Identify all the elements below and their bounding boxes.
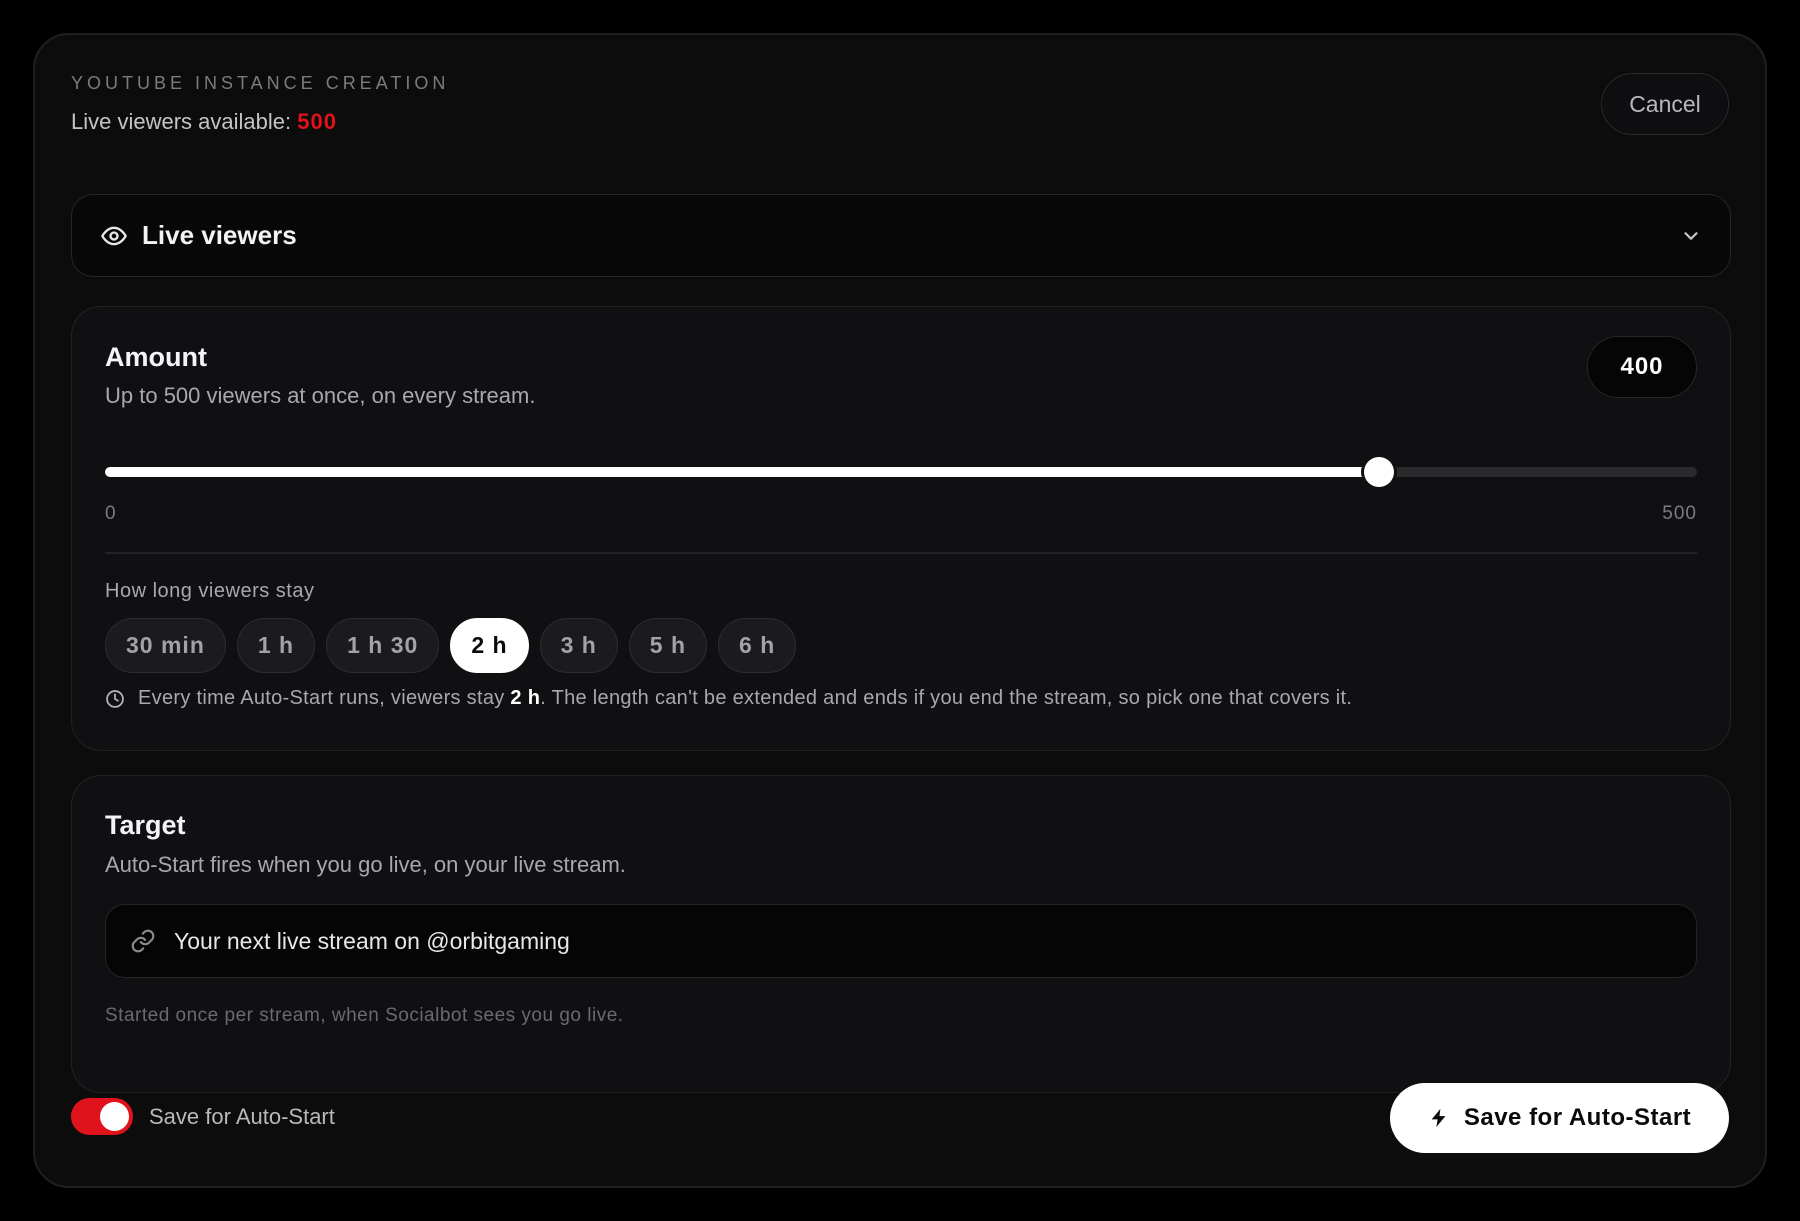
clock-icon (105, 689, 125, 709)
dialog-header: YOUTUBE INSTANCE CREATION Live viewers a… (71, 73, 1729, 173)
auto-start-toggle-row: Save for Auto-Start (71, 1098, 335, 1135)
amount-subtitle: Up to 500 viewers at once, on every stre… (105, 383, 536, 408)
save-auto-start-button[interactable]: Save for Auto-Start (1390, 1083, 1729, 1153)
link-icon (130, 928, 156, 954)
target-subtitle: Auto-Start fires when you go live, on yo… (105, 852, 626, 877)
slider-min-label: 0 (105, 503, 117, 524)
duration-chip-5h[interactable]: 5 h (628, 618, 708, 673)
dialog-eyebrow: YOUTUBE INSTANCE CREATION (71, 73, 450, 93)
amount-slider-thumb[interactable] (1363, 457, 1394, 487)
target-stream-field[interactable]: Your next live stream on @orbitgaming (105, 904, 1697, 978)
chevron-down-icon (1680, 225, 1702, 247)
cancel-button[interactable]: Cancel (1601, 73, 1729, 135)
target-stream-value: Your next live stream on @orbitgaming (174, 927, 570, 954)
service-select-value: Live viewers (142, 220, 297, 250)
available-count: 500 (297, 109, 337, 134)
service-select[interactable]: Live viewers (71, 194, 1731, 277)
target-card: Target Auto-Start fires when you go live… (71, 775, 1731, 1093)
duration-label: How long viewers stay (105, 580, 315, 602)
amount-card: Amount Up to 500 viewers at once, on eve… (71, 306, 1731, 751)
duration-chip-2h[interactable]: 2 h (450, 618, 529, 673)
duration-chip-1h[interactable]: 1 h (236, 618, 316, 673)
available-viewers: Live viewers available: 500 (71, 109, 337, 135)
amount-title: Amount (105, 342, 207, 372)
eye-icon (100, 222, 128, 250)
auto-start-toggle-label: Save for Auto-Start (149, 1103, 335, 1129)
slider-max-label: 500 (1662, 503, 1697, 524)
duration-note-text: Every time Auto-Start runs, viewers stay (138, 687, 511, 709)
target-footnote: Started once per stream, when Socialbot … (105, 1005, 624, 1026)
duration-options: 30 min 1 h 1 h 30 2 h 3 h 5 h 6 h (105, 618, 797, 673)
toggle-knob (100, 1102, 129, 1131)
save-auto-start-label: Save for Auto-Start (1463, 1104, 1692, 1131)
divider (105, 552, 1697, 554)
instance-creation-dialog: YOUTUBE INSTANCE CREATION Live viewers a… (33, 33, 1767, 1188)
duration-chip-30min[interactable]: 30 min (105, 618, 226, 673)
duration-note: Every time Auto-Start runs, viewers stay… (105, 687, 1352, 710)
amount-slider-fill (105, 467, 1379, 477)
duration-note-value: 2 h (510, 687, 541, 709)
duration-note-text-end: . The length can't be extended and ends … (540, 687, 1353, 709)
auto-start-toggle[interactable] (71, 1098, 133, 1135)
available-label: Live viewers available: (71, 109, 292, 134)
duration-chip-1h30[interactable]: 1 h 30 (326, 618, 440, 673)
lightning-bolt-icon (1428, 1107, 1450, 1129)
duration-chip-3h[interactable]: 3 h (539, 618, 618, 673)
amount-slider[interactable] (105, 457, 1697, 487)
amount-value-field[interactable]: 400 (1587, 336, 1697, 398)
target-title: Target (105, 810, 186, 840)
duration-chip-6h[interactable]: 6 h (718, 618, 797, 673)
